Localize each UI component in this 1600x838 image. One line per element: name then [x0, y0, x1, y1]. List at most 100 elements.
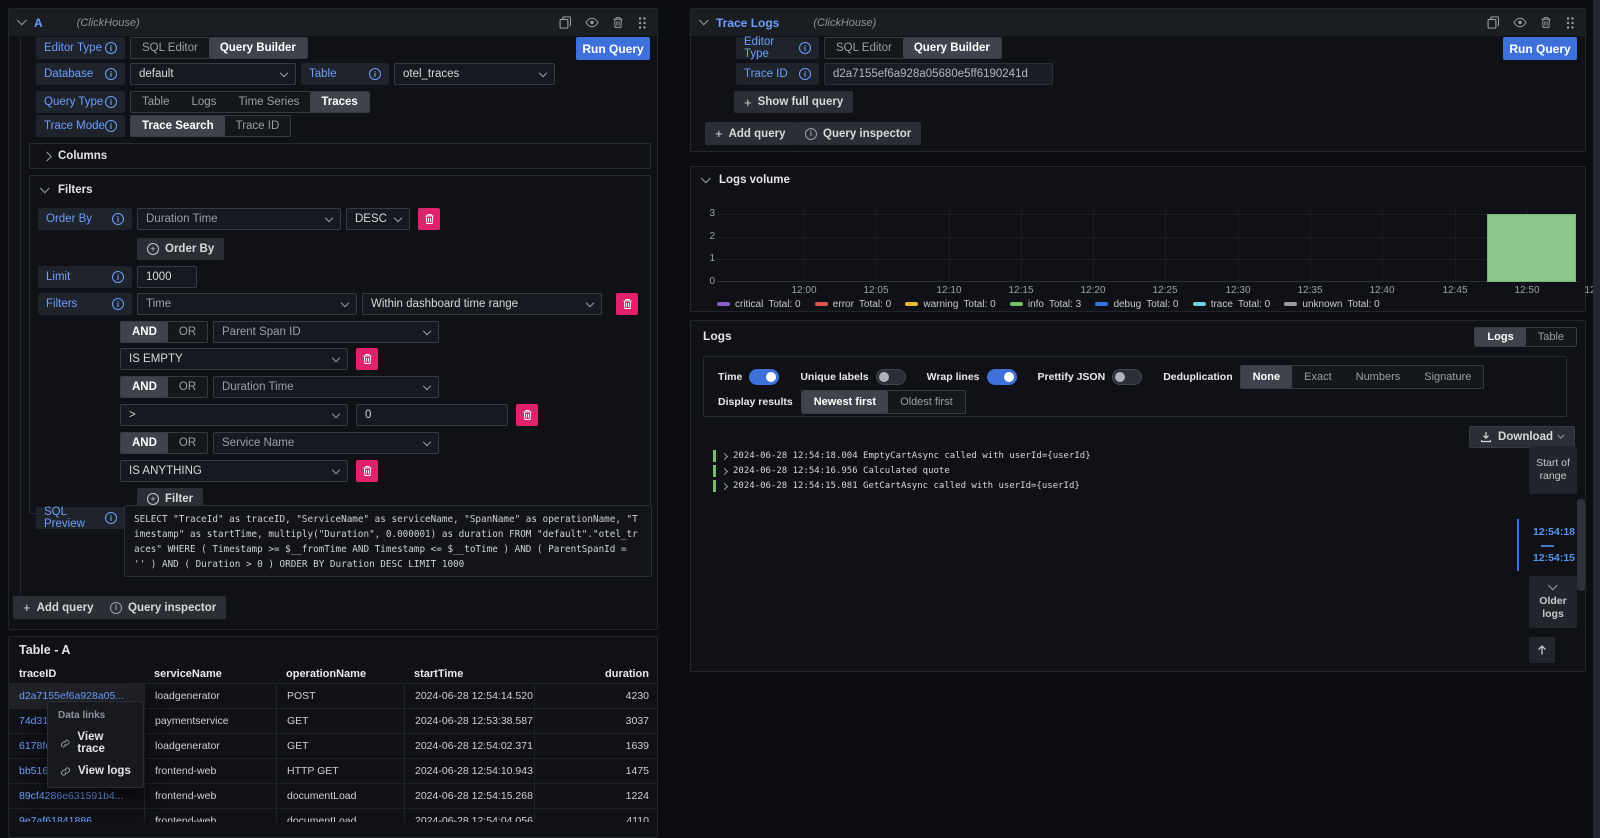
- condition-operator-select[interactable]: IS ANYTHING: [120, 460, 348, 482]
- log-line[interactable]: 2024-06-28 12:54:15.081 GetCartAsync cal…: [713, 479, 1091, 493]
- expand-chevron-icon[interactable]: [721, 467, 728, 474]
- remove-condition-button[interactable]: [516, 404, 538, 426]
- option-table[interactable]: Table: [131, 92, 181, 112]
- order-by-field-select[interactable]: Duration Time: [137, 208, 341, 230]
- option-or[interactable]: OR: [168, 322, 207, 342]
- expand-chevron-icon[interactable]: [721, 482, 728, 489]
- option-trace-id[interactable]: Trace ID: [225, 116, 291, 136]
- column-header-traceid[interactable]: traceID: [9, 664, 144, 683]
- run-query-button[interactable]: Run Query: [1503, 37, 1577, 60]
- unique-labels-toggle[interactable]: [876, 369, 906, 385]
- duplicate-query-icon[interactable]: [1487, 16, 1500, 29]
- option-logs-view[interactable]: Logs: [1475, 328, 1525, 346]
- condition-field-select[interactable]: Duration Time: [213, 376, 439, 398]
- option-query-builder[interactable]: Query Builder: [903, 38, 1001, 58]
- wrap-lines-toggle[interactable]: [987, 369, 1017, 385]
- duplicate-query-icon[interactable]: [559, 16, 572, 29]
- condition-operator-select[interactable]: >: [120, 404, 348, 426]
- option-and[interactable]: AND: [121, 433, 168, 453]
- info-icon[interactable]: [112, 213, 124, 225]
- hide-query-eye-icon[interactable]: [585, 17, 599, 28]
- condition-field-select[interactable]: Service Name: [213, 432, 439, 454]
- query-inspector-button[interactable]: Query inspector: [795, 122, 921, 145]
- info-icon[interactable]: [105, 42, 117, 54]
- database-select[interactable]: default: [130, 63, 296, 85]
- timeline-from-timestamp[interactable]: 12:54:18: [1523, 526, 1575, 538]
- trace-id-link[interactable]: 9e7af61841886...: [9, 809, 144, 822]
- older-logs-button[interactable]: Older logs: [1529, 576, 1577, 628]
- option-trace-search[interactable]: Trace Search: [131, 116, 225, 136]
- filter-operator-select[interactable]: Within dashboard time range: [362, 293, 602, 315]
- condition-field-select[interactable]: Parent Span ID: [213, 321, 439, 343]
- delete-query-icon[interactable]: [1540, 16, 1552, 29]
- hide-query-eye-icon[interactable]: [1513, 17, 1527, 28]
- prettify-json-toggle[interactable]: [1112, 369, 1142, 385]
- time-toggle[interactable]: [749, 369, 779, 385]
- option-time-series[interactable]: Time Series: [227, 92, 310, 112]
- option-sql-editor[interactable]: SQL Editor: [825, 38, 903, 58]
- page-scrollbar[interactable]: [1593, 0, 1600, 838]
- info-icon[interactable]: [799, 68, 811, 80]
- order-by-direction-select[interactable]: DESC: [346, 208, 410, 230]
- query-inspector-button[interactable]: Query inspector: [100, 596, 226, 619]
- condition-operator-select[interactable]: IS EMPTY: [120, 348, 348, 370]
- legend-item-debug[interactable]: debugTotal: 0: [1095, 299, 1178, 310]
- option-oldest-first[interactable]: Oldest first: [888, 391, 965, 413]
- option-traces[interactable]: Traces: [310, 92, 368, 112]
- log-line[interactable]: 2024-06-28 12:54:18.004 EmptyCartAsync c…: [713, 449, 1091, 463]
- column-header-servicename[interactable]: serviceName: [144, 664, 276, 683]
- expand-chevron-icon[interactable]: [721, 452, 728, 459]
- info-icon[interactable]: [105, 96, 117, 108]
- log-scrollbar[interactable]: [1577, 499, 1585, 591]
- add-query-button[interactable]: Add query: [705, 122, 795, 145]
- option-table-view[interactable]: Table: [1526, 328, 1576, 346]
- legend-item-trace[interactable]: traceTotal: 0: [1193, 299, 1270, 310]
- info-icon[interactable]: [799, 42, 811, 54]
- remove-filter-button[interactable]: [616, 293, 638, 315]
- trace-id-input[interactable]: d2a7155ef6a928a05680e5ff6190241d: [824, 63, 1053, 85]
- filter-field-select[interactable]: Time: [137, 293, 357, 315]
- option-sql-editor[interactable]: SQL Editor: [131, 38, 209, 58]
- info-icon[interactable]: [105, 120, 117, 132]
- drag-handle-icon[interactable]: [637, 16, 647, 30]
- query-header-trace-logs[interactable]: Trace Logs (ClickHouse): [691, 9, 1585, 36]
- info-icon[interactable]: [105, 512, 117, 524]
- option-or[interactable]: OR: [168, 433, 207, 453]
- option-and[interactable]: AND: [121, 377, 168, 397]
- info-icon[interactable]: [369, 68, 381, 80]
- option-and[interactable]: AND: [121, 322, 168, 342]
- view-logs-menu-item[interactable]: View logs: [48, 760, 143, 782]
- option-dedup-signature[interactable]: Signature: [1412, 366, 1483, 388]
- columns-section[interactable]: Columns: [29, 143, 651, 169]
- limit-input[interactable]: 1000: [137, 266, 197, 288]
- column-header-starttime[interactable]: startTime: [404, 664, 534, 683]
- legend-item-critical[interactable]: criticalTotal: 0: [717, 299, 801, 310]
- chevron-down-icon[interactable]: [40, 183, 50, 193]
- collapse-chevron-icon[interactable]: [699, 15, 709, 25]
- column-header-operationname[interactable]: operationName: [276, 664, 404, 683]
- timeline-to-timestamp[interactable]: 12:54:15: [1523, 552, 1575, 564]
- legend-item-warning[interactable]: warningTotal: 0: [905, 299, 995, 310]
- info-icon[interactable]: [112, 298, 124, 310]
- option-dedup-exact[interactable]: Exact: [1292, 366, 1344, 388]
- option-dedup-numbers[interactable]: Numbers: [1344, 366, 1413, 388]
- info-icon[interactable]: [112, 271, 124, 283]
- add-order-by-button[interactable]: Order By: [137, 238, 224, 260]
- option-query-builder[interactable]: Query Builder: [209, 38, 307, 58]
- option-or[interactable]: OR: [168, 377, 207, 397]
- delete-query-icon[interactable]: [612, 16, 624, 29]
- table-select[interactable]: otel_traces: [394, 63, 555, 85]
- condition-value-input[interactable]: 0: [356, 404, 508, 426]
- remove-condition-button[interactable]: [356, 460, 378, 482]
- show-full-query-button[interactable]: Show full query: [734, 91, 853, 113]
- scroll-to-top-button[interactable]: [1529, 637, 1555, 663]
- option-dedup-none[interactable]: None: [1241, 366, 1293, 388]
- remove-order-by-button[interactable]: [418, 208, 440, 230]
- info-logs-bar[interactable]: [1487, 214, 1576, 282]
- option-logs[interactable]: Logs: [181, 92, 228, 112]
- legend-item-error[interactable]: errorTotal: 0: [815, 299, 891, 310]
- log-line[interactable]: 2024-06-28 12:54:16.956 Calculated quote: [713, 464, 1091, 478]
- legend-item-unknown[interactable]: unknownTotal: 0: [1284, 299, 1379, 310]
- view-trace-menu-item[interactable]: View trace: [48, 726, 143, 760]
- option-newest-first[interactable]: Newest first: [802, 391, 888, 413]
